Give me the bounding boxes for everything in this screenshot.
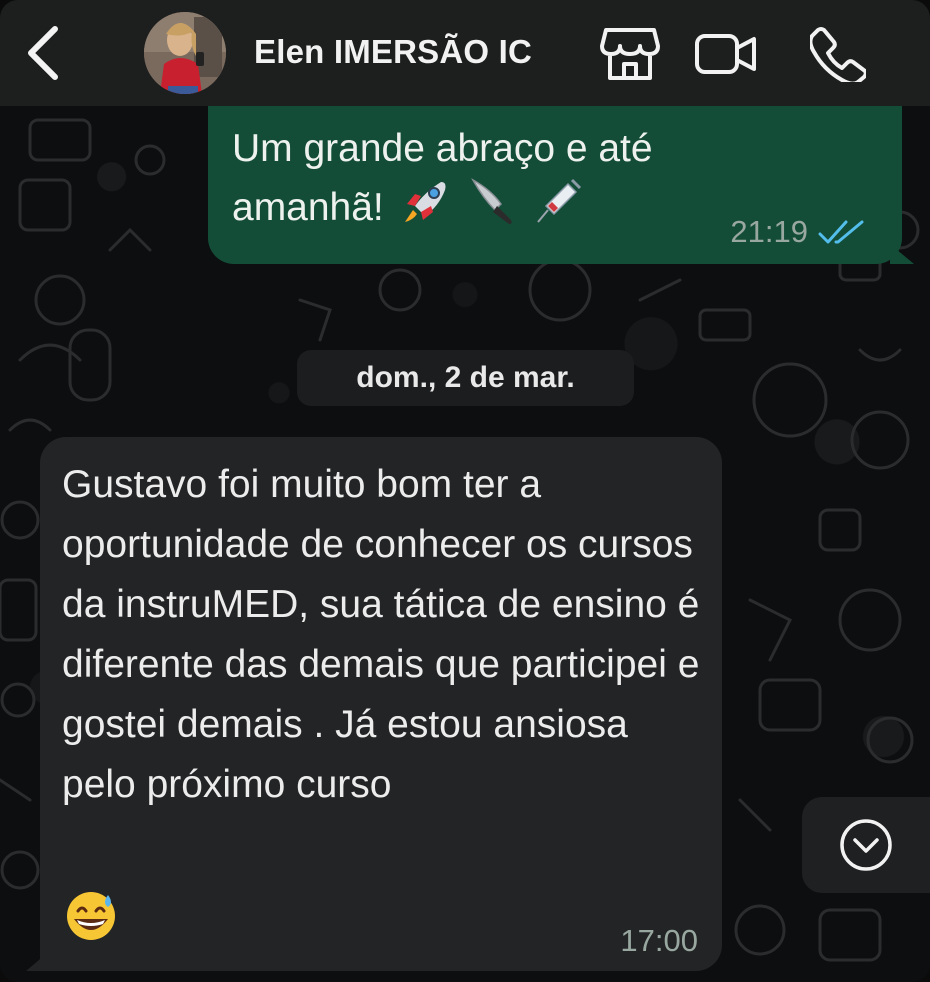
phone-icon [810, 27, 866, 82]
chat-screen: Elen IMERSÃO IC Um grande abraço e até a… [0, 0, 930, 982]
chevron-left-icon [28, 26, 58, 80]
contact-name[interactable]: Elen IMERSÃO IC [254, 33, 532, 71]
catalog-button[interactable] [598, 22, 662, 86]
double-check-read-icon [818, 220, 864, 244]
scroll-to-bottom-button[interactable] [802, 797, 930, 893]
date-separator: dom., 2 de mar. [297, 350, 634, 406]
incoming-bubble-tail [26, 949, 52, 971]
outgoing-line-1: Um grande abraço e até [232, 127, 653, 170]
incoming-message[interactable]: Gustavo foi muito bom ter a oportunidade… [26, 437, 722, 971]
incoming-time: 17:00 [620, 923, 698, 958]
syringe-emoji [537, 178, 582, 223]
grinning-sweat-emoji [67, 892, 115, 940]
knife-emoji [471, 178, 513, 224]
outgoing-bubble-tail [890, 244, 914, 264]
back-button[interactable] [18, 20, 68, 86]
chevron-down-circle-icon [840, 819, 892, 871]
voice-call-button[interactable] [806, 22, 870, 86]
rocket-emoji [404, 182, 446, 222]
outgoing-time: 21:19 [730, 214, 808, 249]
incoming-message-text: Gustavo foi muito bom ter a oportunidade… [62, 463, 700, 806]
outgoing-message[interactable]: Um grande abraço e até amanhã! 21:19 [208, 100, 914, 264]
storefront-icon [600, 28, 660, 80]
video-camera-icon [695, 34, 756, 74]
outgoing-line-2-text: amanhã! [232, 186, 384, 229]
outgoing-meta: 21:19 [730, 214, 866, 250]
chat-header: Elen IMERSÃO IC [0, 0, 930, 106]
avatar-photo [144, 12, 226, 94]
contact-avatar[interactable] [144, 12, 226, 94]
video-call-button[interactable] [694, 22, 758, 86]
